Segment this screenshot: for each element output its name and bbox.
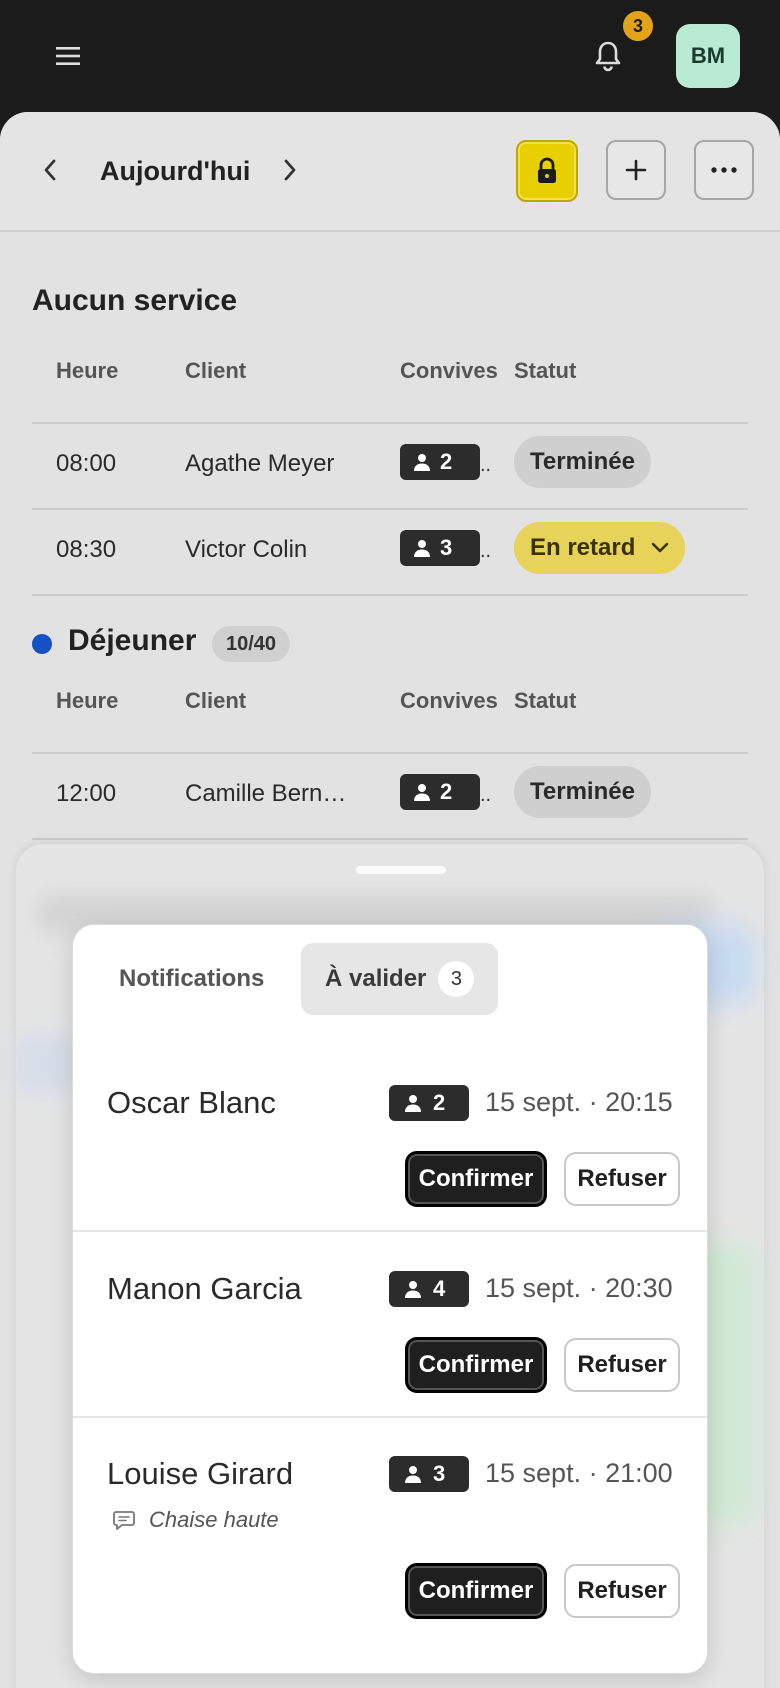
row-time: 08:00: [56, 450, 117, 477]
guests-count: 3: [440, 535, 453, 560]
chevron-down-icon: [652, 542, 669, 553]
row-time: 12:00: [56, 780, 117, 807]
guests-count: 2: [440, 449, 453, 474]
tab-label: Notifications: [119, 965, 265, 992]
row-client: Camille Bern…: [185, 780, 347, 807]
refuse-button[interactable]: Refuser: [564, 1564, 680, 1618]
guests-badge: 2: [400, 444, 480, 480]
tab-notifications[interactable]: Notifications: [95, 943, 288, 1015]
request-client-name: Manon Garcia: [107, 1271, 302, 1306]
person-icon: [414, 540, 430, 557]
service-color-dot: [32, 634, 52, 654]
person-icon: [414, 784, 430, 801]
column-header-status: Statut: [514, 688, 577, 713]
person-icon: [405, 1281, 421, 1298]
divider: [73, 1230, 707, 1232]
date-navigation: Aujourd'hui: [0, 112, 780, 232]
row-client: Victor Colin: [185, 536, 308, 563]
column-header-guests: Convives: [400, 688, 498, 713]
divider: [32, 508, 748, 510]
lock-icon: [538, 157, 556, 183]
notification-badge: 3: [623, 11, 653, 41]
request-datetime: 15 sept. · 20:15: [485, 1087, 673, 1117]
refuse-button[interactable]: Refuser: [564, 1338, 680, 1392]
row-time: 08:30: [56, 536, 117, 563]
note-text: Chaise haute: [149, 1507, 279, 1532]
column-header-guests: Convives: [400, 358, 498, 383]
request-client-name: Louise Girard: [107, 1456, 294, 1491]
tab-label: À valider: [325, 965, 427, 992]
section-title: Déjeuner: [68, 624, 197, 657]
confirm-button[interactable]: Confirmer: [405, 1151, 547, 1207]
person-icon: [405, 1095, 421, 1112]
guests-badge: 3: [400, 530, 480, 566]
guests-badge: 3: [389, 1456, 469, 1492]
column-header-time: Heure: [56, 358, 119, 383]
add-button[interactable]: [606, 140, 666, 200]
comment-icon: [113, 1511, 135, 1530]
guests-badge: 2: [389, 1085, 469, 1121]
column-header-status: Statut: [514, 358, 577, 383]
capacity-badge: 10/40: [212, 626, 291, 662]
status-badge: Terminée: [514, 766, 651, 818]
guests-badge: 4: [389, 1271, 469, 1307]
chevron-right-icon[interactable]: [270, 150, 310, 190]
truncation-ellipsis: ..: [480, 784, 492, 806]
guests-badge: 2: [400, 774, 480, 810]
request-datetime: 15 sept. · 20:30: [485, 1273, 673, 1303]
column-header-client: Client: [185, 688, 247, 713]
request-note: Chaise haute: [113, 1507, 279, 1533]
guests-count: 2: [440, 779, 453, 804]
more-options-button[interactable]: [694, 140, 754, 200]
guests-count: 2: [433, 1090, 446, 1115]
request-datetime: 15 sept. · 21:00: [485, 1458, 673, 1488]
divider: [32, 838, 748, 840]
refuse-button[interactable]: Refuser: [564, 1152, 680, 1206]
divider: [32, 752, 748, 754]
bell-icon[interactable]: [588, 36, 628, 76]
confirm-button[interactable]: Confirmer: [405, 1337, 547, 1393]
person-icon: [414, 454, 430, 471]
drag-handle[interactable]: [356, 866, 446, 874]
blurred-content: [16, 1034, 76, 1094]
confirm-button[interactable]: Confirmer: [405, 1563, 547, 1619]
date-title[interactable]: Aujourd'hui: [100, 156, 250, 187]
divider: [32, 594, 748, 596]
menu-icon[interactable]: [48, 36, 88, 76]
column-header-client: Client: [185, 358, 247, 383]
section-title: Aucun service: [32, 284, 238, 317]
lock-button[interactable]: [516, 140, 578, 202]
ellipsis-icon: [711, 167, 737, 173]
row-client: Agathe Meyer: [185, 450, 335, 477]
tab-to-validate[interactable]: À valider 3: [301, 943, 499, 1015]
chevron-left-icon[interactable]: [30, 150, 70, 190]
status-label: En retard: [530, 534, 636, 561]
plus-icon: [625, 159, 647, 181]
guests-count: 3: [433, 1461, 446, 1486]
guests-count: 4: [433, 1276, 446, 1301]
divider: [32, 422, 748, 424]
truncation-ellipsis: ..: [480, 454, 492, 476]
status-badge: Terminée: [514, 436, 651, 488]
truncation-ellipsis: ..: [480, 540, 492, 562]
person-icon: [405, 1466, 421, 1483]
request-client-name: Oscar Blanc: [107, 1085, 276, 1120]
notifications-popover: Notifications À valider 3 Oscar Blanc 2 …: [72, 924, 708, 1674]
avatar[interactable]: BM: [676, 24, 740, 88]
column-header-time: Heure: [56, 688, 119, 713]
top-bar: 3 BM: [0, 0, 780, 112]
tab-count-badge: 3: [438, 961, 475, 997]
status-dropdown[interactable]: En retard: [514, 522, 686, 574]
divider: [73, 1416, 707, 1418]
